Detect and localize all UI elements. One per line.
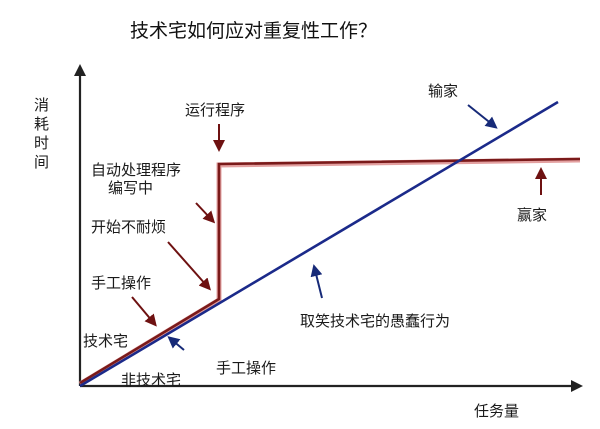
laugh-label: 取笑技术宅的愚蠢行为 (300, 312, 451, 330)
manual-blue-label: 手工操作 (216, 359, 277, 377)
start-annoyed-label: 开始不耐烦 (91, 218, 167, 236)
tech-otaku-label: 技术宅 (83, 332, 129, 350)
start-annoyed-arrow (167, 241, 211, 291)
auto-program-label-line2: 编写中 (108, 179, 154, 197)
diagram-graphics (74, 64, 583, 392)
lose-label: 输家 (428, 82, 459, 100)
non-tech-otaku-label: 非技术宅 (121, 371, 182, 389)
x-axis-label: 任务量 (474, 402, 520, 420)
diagram-title: 技术宅如何应对重复性工作？ (130, 20, 378, 42)
program-writing-arrow (195, 202, 216, 224)
lose-arrow (467, 104, 498, 129)
run-program-label: 运行程序 (185, 101, 246, 119)
non-tech-arrow (167, 336, 185, 351)
non-tech-otaku-line (79, 100, 559, 388)
win-label: 赢家 (517, 206, 548, 224)
laugh-arrow (310, 264, 323, 299)
tech-otaku-line (79, 157, 581, 385)
diagram-canvas: 技术宅如何应对重复性工作？ 消耗时间 任务量 运行程序 自动处理程序 编写中 开… (0, 0, 600, 429)
manual-red-label: 手工操作 (91, 274, 152, 292)
tech-otaku-line-highlight (78, 157, 581, 387)
manual-red-arrow (131, 296, 157, 327)
y-axis-label-line1: 消耗时间 (34, 96, 50, 171)
